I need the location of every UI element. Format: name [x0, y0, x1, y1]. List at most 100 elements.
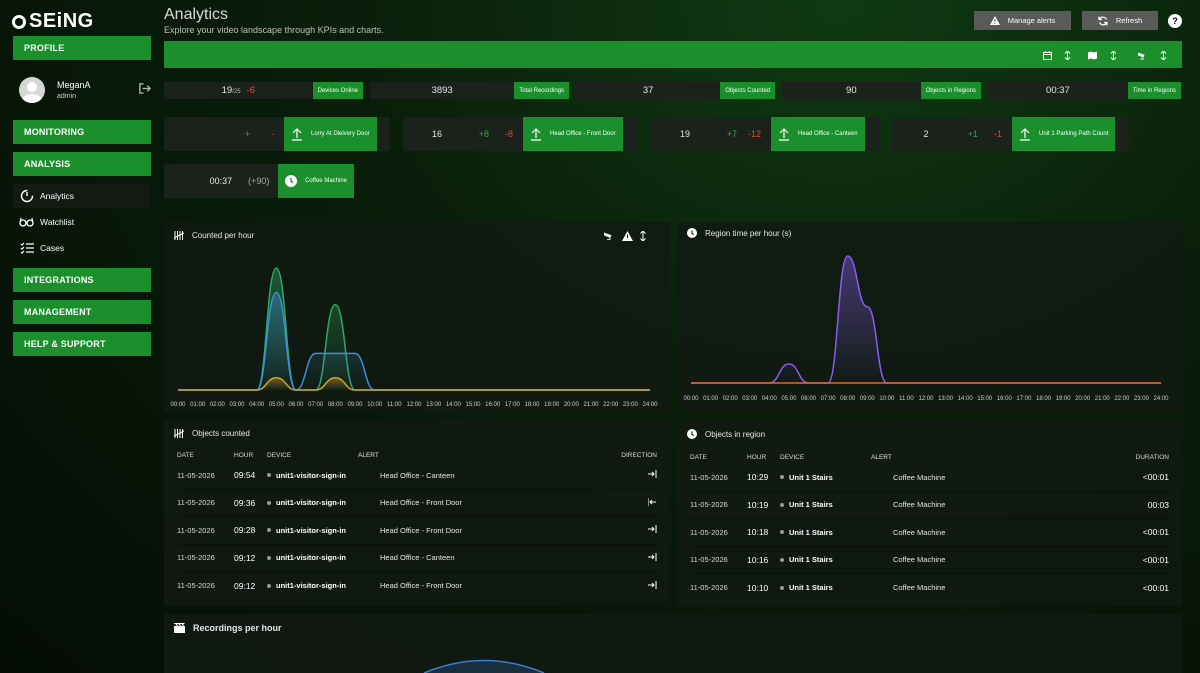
- sort-icon-3[interactable]: [1159, 51, 1168, 60]
- table-row[interactable]: 11-05-2026 10:16 Unit 1 Stairs Coffee Machi…: [690, 547, 1169, 574]
- col-hour[interactable]: HOUR: [747, 454, 780, 461]
- counter-value: 19: [679, 129, 690, 139]
- counter-minus: -1: [993, 129, 1002, 139]
- x-tick-label: 07:00: [821, 396, 837, 402]
- kpi-devices-online: 19/25 -6 Devices Online: [164, 82, 363, 99]
- panel-title: Objects in region: [687, 429, 765, 439]
- x-tick-label: 21:00: [583, 402, 599, 408]
- x-tick-label: 04:00: [249, 402, 265, 408]
- x-tick-label: 17:00: [1016, 396, 1032, 402]
- refresh-button[interactable]: Refresh: [1082, 11, 1158, 30]
- nav-profile[interactable]: PROFILE: [13, 36, 151, 60]
- nav-integrations[interactable]: INTEGRATIONS: [13, 268, 151, 292]
- cell-duration: <00:01: [1142, 582, 1169, 593]
- kpi-label: Time in Regions: [1127, 82, 1181, 99]
- table-row[interactable]: 11-05-2026 09:54 unit1-visitor-sign-in Head…: [177, 462, 657, 490]
- col-alert[interactable]: ALERT: [358, 452, 617, 459]
- cell-device: unit1-visitor-sign-in: [267, 498, 380, 507]
- x-tick-label: 11:00: [387, 402, 402, 408]
- camera-icon[interactable]: [1138, 51, 1147, 60]
- page-subtitle: Explore your video landscape through KPI…: [164, 25, 384, 35]
- sort-icon[interactable]: [1063, 51, 1072, 60]
- nav-analysis[interactable]: ANALYSIS: [13, 152, 151, 176]
- timer-card[interactable]: 00:37 (+90) Coffee Machine: [164, 164, 354, 198]
- sidebar-item-watchlist[interactable]: Watchlist: [13, 210, 151, 234]
- table-row[interactable]: 11-05-2026 10:19 Unit 1 Stairs Coffee Machi…: [690, 492, 1169, 519]
- col-date[interactable]: DATE: [690, 454, 747, 461]
- col-direction[interactable]: DIRECTION: [617, 452, 657, 459]
- counter-label: Head Office - Canteen: [798, 131, 858, 137]
- x-tick-label: 09:00: [347, 402, 363, 408]
- counter-card[interactable]: 16 +8 -8 Head Office - Front Door: [403, 117, 637, 151]
- sidebar-item-analytics[interactable]: Analytics: [13, 184, 151, 208]
- table-row[interactable]: 11-05-2026 10:29 Unit 1 Stairs Coffee Machi…: [690, 464, 1169, 492]
- cell-hour: 10:16: [747, 554, 769, 565]
- col-date[interactable]: DATE: [177, 452, 234, 459]
- arrow-up-line-icon: [779, 127, 789, 141]
- kpi-label: Devices Online: [312, 82, 363, 99]
- series-line-0[interactable]: [691, 255, 1161, 384]
- refresh-icon: [1098, 16, 1108, 25]
- x-tick-label: 20:00: [564, 402, 580, 408]
- brand-logo[interactable]: SEiNG: [12, 10, 94, 33]
- counter-card[interactable]: 2 +1 -1 Unit 1 Parking Path Count: [892, 117, 1129, 151]
- counter-card[interactable]: 19 +7 -12 Head Office - Canteen: [651, 117, 879, 151]
- x-tick-label: 06:00: [288, 402, 304, 408]
- cell-hour: 10:10: [747, 582, 769, 593]
- calendar-icon[interactable]: [1043, 51, 1052, 60]
- analytics-icon: [19, 189, 34, 203]
- cell-date: 11-05-2026: [690, 527, 728, 537]
- cell-device: unit1-visitor-sign-in: [267, 526, 380, 535]
- cell-alert: Coffee Machine: [893, 527, 946, 537]
- tally-icon: [174, 429, 184, 438]
- counter-label-box: Head Office - Front Door: [523, 117, 623, 151]
- table-row[interactable]: 11-05-2026 10:18 Unit 1 Stairs Coffee Machi…: [690, 519, 1169, 547]
- nav-help-support[interactable]: HELP & SUPPORT: [13, 332, 151, 356]
- nav-monitoring[interactable]: MONITORING: [13, 120, 151, 144]
- kpi-delta: -6: [246, 85, 255, 96]
- counter-card[interactable]: + - Lorry At Dleivery Door: [164, 117, 390, 151]
- logout-icon[interactable]: [138, 82, 151, 95]
- cell-date: 11-05-2026: [690, 500, 728, 510]
- col-alert[interactable]: ALERT: [871, 454, 1109, 461]
- col-hour[interactable]: HOUR: [234, 452, 267, 459]
- series-line-1[interactable]: [178, 291, 650, 391]
- cell-device: Unit 1 Stairs: [780, 500, 893, 509]
- kpi-objects-in-regions: 90 Objects in Regions: [782, 82, 981, 99]
- series-area-0: [691, 256, 1161, 383]
- cell-hour: 10:29: [747, 472, 769, 483]
- x-tick-label: 07:00: [308, 402, 324, 408]
- cell-alert: Coffee Machine: [893, 500, 946, 510]
- map-icon[interactable]: [1088, 51, 1097, 60]
- col-duration[interactable]: DURATION: [1109, 454, 1169, 461]
- cell-hour: 09:12: [234, 580, 256, 591]
- table-row[interactable]: 11-05-2026 09:36 unit1-visitor-sign-in Head…: [177, 490, 657, 517]
- manage-alerts-button[interactable]: Manage alerts: [974, 11, 1071, 30]
- col-device[interactable]: DEVICE: [780, 454, 871, 461]
- counter-value: 2: [923, 129, 929, 139]
- col-device[interactable]: DEVICE: [267, 452, 358, 459]
- objects-counted-table: DATE HOUR DEVICE ALERT DIRECTION 11-05-2…: [177, 448, 657, 600]
- cell-device: Unit 1 Stairs: [780, 583, 893, 592]
- series-line-2[interactable]: [178, 377, 650, 391]
- help-icon[interactable]: ?: [1168, 14, 1182, 28]
- table-row[interactable]: 11-05-2026 09:12 unit1-visitor-sign-in Head…: [177, 545, 657, 572]
- nav-management[interactable]: MANAGEMENT: [13, 300, 151, 324]
- table-row[interactable]: 11-05-2026 09:28 unit1-visitor-sign-in Head…: [177, 517, 657, 545]
- cell-duration: <00:01: [1142, 554, 1169, 565]
- table-header: DATE HOUR DEVICE ALERT DIRECTION: [177, 448, 657, 462]
- avatar[interactable]: [19, 77, 45, 103]
- sidebar-item-cases[interactable]: Cases: [13, 236, 151, 260]
- x-tick-label: 13:00: [938, 396, 954, 402]
- table-row[interactable]: 11-05-2026 10:10 Unit 1 Stairs Coffee Machi…: [690, 574, 1169, 602]
- cell-alert: Coffee Machine: [893, 555, 946, 565]
- sort-icon-2[interactable]: [1109, 51, 1118, 60]
- arrow-up-line-icon: [1020, 127, 1030, 141]
- panel-title-text: Objects counted: [192, 429, 250, 438]
- series-line-0[interactable]: [178, 267, 650, 391]
- region-time-chart: 00:00 01:00 02:00 03:00 04:00 05:00 06:00 07:00…: [683, 255, 1169, 402]
- x-tick-label: 18:00: [1036, 396, 1052, 402]
- cell-device: Unit 1 Stairs: [780, 555, 893, 564]
- table-row[interactable]: 11-05-2026 09:12 unit1-visitor-sign-in Head…: [177, 572, 657, 600]
- cell-device: Unit 1 Stairs: [780, 473, 893, 482]
